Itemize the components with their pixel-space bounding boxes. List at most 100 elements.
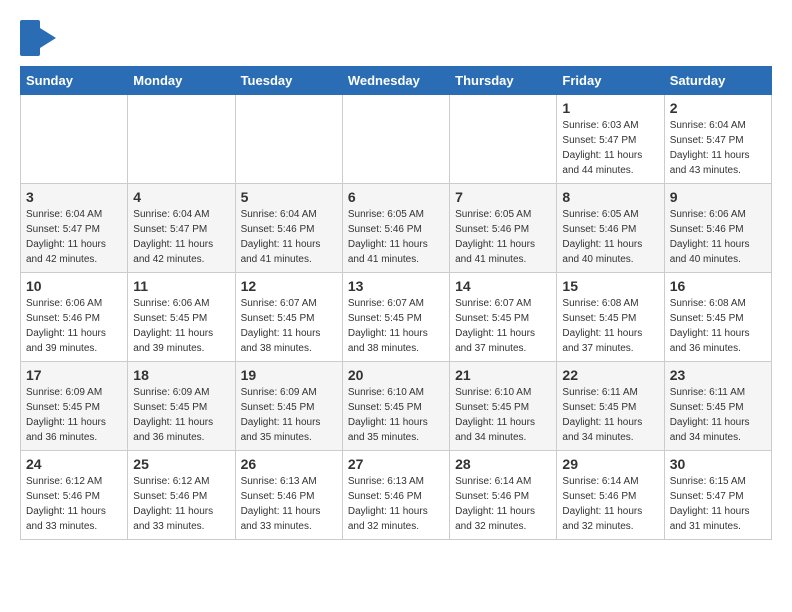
calendar-cell: 28 Sunrise: 6:14 AM Sunset: 5:46 PM Dayli… xyxy=(450,451,557,540)
day-number: 15 xyxy=(562,278,658,294)
calendar-cell: 8 Sunrise: 6:05 AM Sunset: 5:46 PM Daylig… xyxy=(557,184,664,273)
day-number: 3 xyxy=(26,189,122,205)
header-sunday: Sunday xyxy=(21,67,128,95)
calendar-week-2: 3 Sunrise: 6:04 AM Sunset: 5:47 PM Daylig… xyxy=(21,184,772,273)
calendar-cell: 25 Sunrise: 6:12 AM Sunset: 5:46 PM Dayli… xyxy=(128,451,235,540)
calendar-cell: 4 Sunrise: 6:04 AM Sunset: 5:47 PM Daylig… xyxy=(128,184,235,273)
calendar-cell xyxy=(21,95,128,184)
day-info: Sunrise: 6:05 AM Sunset: 5:46 PM Dayligh… xyxy=(455,207,551,267)
day-number: 24 xyxy=(26,456,122,472)
day-info: Sunrise: 6:13 AM Sunset: 5:46 PM Dayligh… xyxy=(348,474,444,534)
day-number: 9 xyxy=(670,189,766,205)
calendar-cell: 14 Sunrise: 6:07 AM Sunset: 5:45 PM Dayli… xyxy=(450,273,557,362)
day-info: Sunrise: 6:04 AM Sunset: 5:47 PM Dayligh… xyxy=(133,207,229,267)
day-info: Sunrise: 6:15 AM Sunset: 5:47 PM Dayligh… xyxy=(670,474,766,534)
header-wednesday: Wednesday xyxy=(342,67,449,95)
day-number: 25 xyxy=(133,456,229,472)
calendar-cell: 23Sunrise: 6:11 AM Sunset: 5:45 PM Dayli… xyxy=(664,362,771,451)
day-number: 11 xyxy=(133,278,229,294)
day-info: Sunrise: 6:12 AM Sunset: 5:46 PM Dayligh… xyxy=(26,474,122,534)
calendar-cell: 20 Sunrise: 6:10 AM Sunset: 5:45 PM Dayli… xyxy=(342,362,449,451)
day-info: Sunrise: 6:10 AM Sunset: 5:45 PM Dayligh… xyxy=(455,385,551,445)
calendar-cell: 26 Sunrise: 6:13 AM Sunset: 5:46 PM Dayli… xyxy=(235,451,342,540)
day-number: 13 xyxy=(348,278,444,294)
day-number: 27 xyxy=(348,456,444,472)
day-number: 10 xyxy=(26,278,122,294)
day-info: Sunrise: 6:07 AM Sunset: 5:45 PM Dayligh… xyxy=(241,296,337,356)
day-info: Sunrise: 6:11 AM Sunset: 5:45 PM Dayligh… xyxy=(562,385,658,445)
calendar-cell: 21 Sunrise: 6:10 AM Sunset: 5:45 PM Dayli… xyxy=(450,362,557,451)
day-info: Sunrise: 6:06 AM Sunset: 5:46 PM Dayligh… xyxy=(670,207,766,267)
calendar-cell: 15Sunrise: 6:08 AM Sunset: 5:45 PM Dayli… xyxy=(557,273,664,362)
day-number: 20 xyxy=(348,367,444,383)
calendar-cell: 10 Sunrise: 6:06 AM Sunset: 5:46 PM Dayli… xyxy=(21,273,128,362)
calendar-cell xyxy=(235,95,342,184)
calendar-cell: 22 Sunrise: 6:11 AM Sunset: 5:45 PM Dayli… xyxy=(557,362,664,451)
day-info: Sunrise: 6:04 AM Sunset: 5:46 PM Dayligh… xyxy=(241,207,337,267)
header-saturday: Saturday xyxy=(664,67,771,95)
day-info: Sunrise: 6:09 AM Sunset: 5:45 PM Dayligh… xyxy=(133,385,229,445)
calendar-cell: 1 Sunrise: 6:03 AM Sunset: 5:47 PM Daylig… xyxy=(557,95,664,184)
calendar-cell: 9 Sunrise: 6:06 AM Sunset: 5:46 PM Daylig… xyxy=(664,184,771,273)
day-number: 12 xyxy=(241,278,337,294)
day-number: 26 xyxy=(241,456,337,472)
calendar-cell: 19 Sunrise: 6:09 AM Sunset: 5:45 PM Dayli… xyxy=(235,362,342,451)
calendar-cell: 7 Sunrise: 6:05 AM Sunset: 5:46 PM Daylig… xyxy=(450,184,557,273)
day-number: 28 xyxy=(455,456,551,472)
day-number: 19 xyxy=(241,367,337,383)
header-monday: Monday xyxy=(128,67,235,95)
day-number: 1 xyxy=(562,100,658,116)
calendar-week-3: 10 Sunrise: 6:06 AM Sunset: 5:46 PM Dayli… xyxy=(21,273,772,362)
day-number: 21 xyxy=(455,367,551,383)
header-friday: Friday xyxy=(557,67,664,95)
day-info: Sunrise: 6:10 AM Sunset: 5:45 PM Dayligh… xyxy=(348,385,444,445)
day-info: Sunrise: 6:04 AM Sunset: 5:47 PM Dayligh… xyxy=(26,207,122,267)
day-number: 18 xyxy=(133,367,229,383)
calendar-cell: 6Sunrise: 6:05 AM Sunset: 5:46 PM Daylig… xyxy=(342,184,449,273)
day-info: Sunrise: 6:05 AM Sunset: 5:46 PM Dayligh… xyxy=(562,207,658,267)
day-number: 7 xyxy=(455,189,551,205)
calendar-cell: 24 Sunrise: 6:12 AM Sunset: 5:46 PM Dayli… xyxy=(21,451,128,540)
calendar-week-4: 17 Sunrise: 6:09 AM Sunset: 5:45 PM Dayli… xyxy=(21,362,772,451)
day-info: Sunrise: 6:09 AM Sunset: 5:45 PM Dayligh… xyxy=(26,385,122,445)
calendar-cell: 18 Sunrise: 6:09 AM Sunset: 5:45 PM Dayli… xyxy=(128,362,235,451)
calendar-cell: 27 Sunrise: 6:13 AM Sunset: 5:46 PM Dayli… xyxy=(342,451,449,540)
day-number: 8 xyxy=(562,189,658,205)
calendar-week-5: 24 Sunrise: 6:12 AM Sunset: 5:46 PM Dayli… xyxy=(21,451,772,540)
day-info: Sunrise: 6:08 AM Sunset: 5:45 PM Dayligh… xyxy=(670,296,766,356)
logo-icon xyxy=(20,20,56,56)
day-number: 14 xyxy=(455,278,551,294)
day-info: Sunrise: 6:04 AM Sunset: 5:47 PM Dayligh… xyxy=(670,118,766,178)
calendar-cell xyxy=(450,95,557,184)
day-info: Sunrise: 6:03 AM Sunset: 5:47 PM Dayligh… xyxy=(562,118,658,178)
calendar-cell: 16 Sunrise: 6:08 AM Sunset: 5:45 PM Dayli… xyxy=(664,273,771,362)
calendar-cell: 2 Sunrise: 6:04 AM Sunset: 5:47 PM Daylig… xyxy=(664,95,771,184)
calendar-cell xyxy=(128,95,235,184)
page-header xyxy=(20,20,772,56)
day-number: 6 xyxy=(348,189,444,205)
day-info: Sunrise: 6:14 AM Sunset: 5:46 PM Dayligh… xyxy=(455,474,551,534)
day-info: Sunrise: 6:11 AM Sunset: 5:45 PM Dayligh… xyxy=(670,385,766,445)
calendar-cell: 3 Sunrise: 6:04 AM Sunset: 5:47 PM Daylig… xyxy=(21,184,128,273)
day-info: Sunrise: 6:07 AM Sunset: 5:45 PM Dayligh… xyxy=(348,296,444,356)
calendar-body: 1 Sunrise: 6:03 AM Sunset: 5:47 PM Daylig… xyxy=(21,95,772,540)
calendar-cell: 30 Sunrise: 6:15 AM Sunset: 5:47 PM Dayli… xyxy=(664,451,771,540)
calendar-cell: 29Sunrise: 6:14 AM Sunset: 5:46 PM Dayli… xyxy=(557,451,664,540)
day-info: Sunrise: 6:06 AM Sunset: 5:45 PM Dayligh… xyxy=(133,296,229,356)
day-number: 2 xyxy=(670,100,766,116)
day-number: 17 xyxy=(26,367,122,383)
day-info: Sunrise: 6:06 AM Sunset: 5:46 PM Dayligh… xyxy=(26,296,122,356)
day-number: 5 xyxy=(241,189,337,205)
day-info: Sunrise: 6:13 AM Sunset: 5:46 PM Dayligh… xyxy=(241,474,337,534)
day-info: Sunrise: 6:07 AM Sunset: 5:45 PM Dayligh… xyxy=(455,296,551,356)
day-number: 22 xyxy=(562,367,658,383)
day-info: Sunrise: 6:09 AM Sunset: 5:45 PM Dayligh… xyxy=(241,385,337,445)
calendar-cell: 17 Sunrise: 6:09 AM Sunset: 5:45 PM Dayli… xyxy=(21,362,128,451)
logo xyxy=(20,20,60,56)
day-number: 30 xyxy=(670,456,766,472)
calendar-cell xyxy=(342,95,449,184)
header-tuesday: Tuesday xyxy=(235,67,342,95)
day-number: 4 xyxy=(133,189,229,205)
day-info: Sunrise: 6:12 AM Sunset: 5:46 PM Dayligh… xyxy=(133,474,229,534)
day-number: 16 xyxy=(670,278,766,294)
